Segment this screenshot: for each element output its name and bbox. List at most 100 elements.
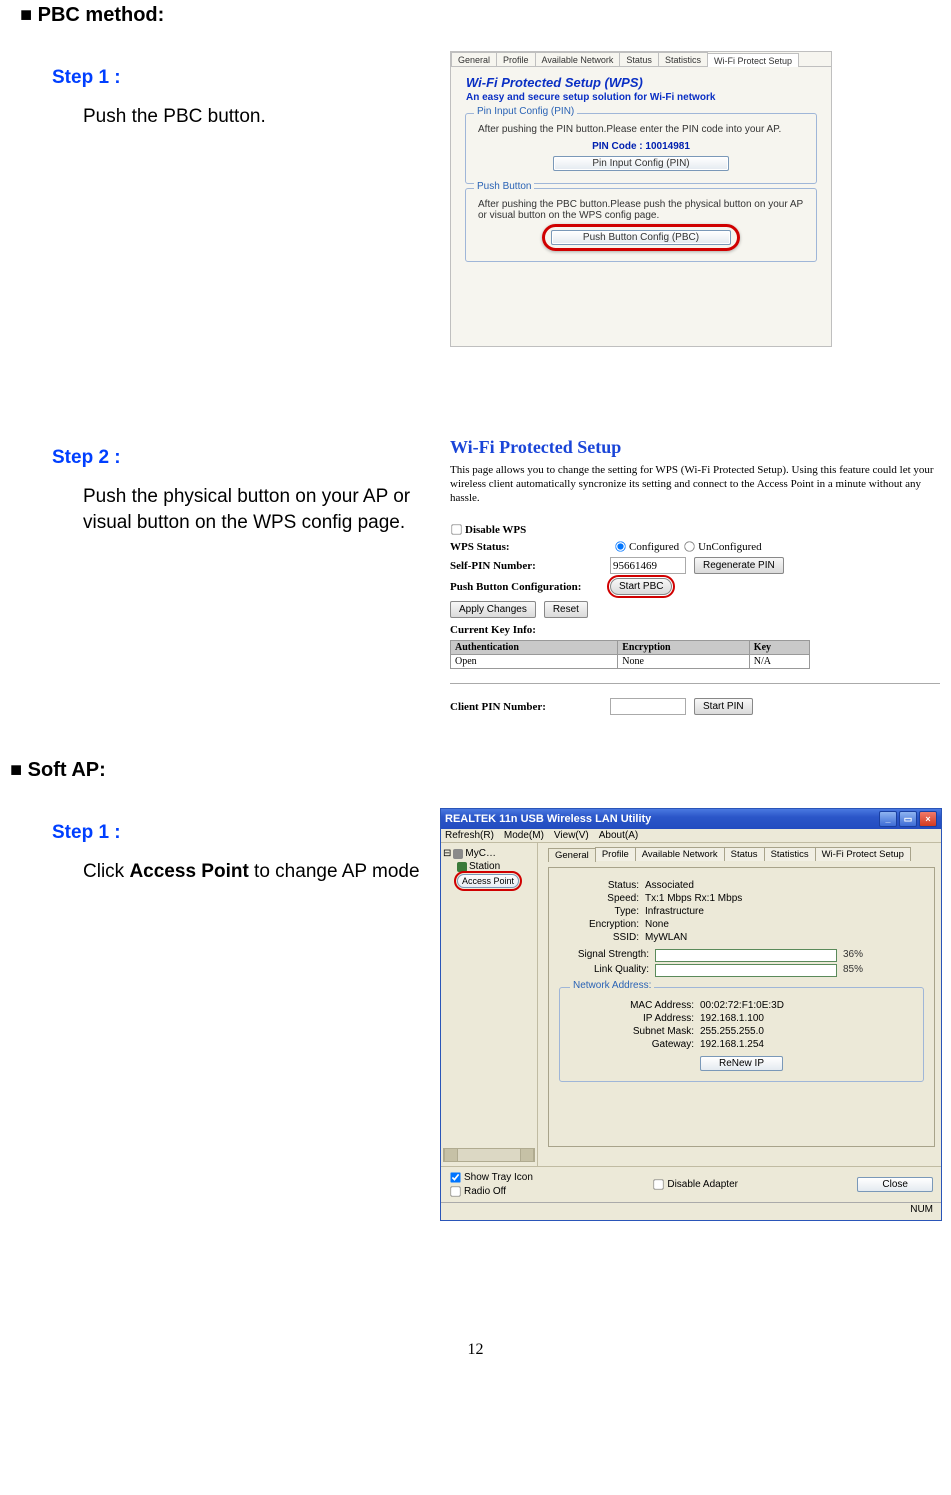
tree-pane: ⊟ MyC… Station Access Point [441, 843, 538, 1166]
status-key: Status: [559, 880, 645, 891]
disable-adapter-option[interactable]: Disable Adapter [652, 1178, 738, 1191]
wps-tabs: General Profile Available Network Status… [451, 52, 831, 67]
util-tab-profile[interactable]: Profile [595, 847, 636, 861]
radio-off-checkbox[interactable] [450, 1187, 460, 1197]
wps-utility-dialog: General Profile Available Network Status… [450, 51, 832, 347]
start-pbc-button[interactable]: Start PBC [610, 578, 672, 595]
mask-key: Subnet Mask: [564, 1026, 700, 1037]
apply-changes-button[interactable]: Apply Changes [450, 601, 536, 618]
wlan-utility-window: REALTEK 11n USB Wireless LAN Utility _ ▭… [440, 808, 942, 1221]
signal-strength-pct: 36% [843, 949, 863, 962]
pbc-method-heading: ■ PBC method: [20, 4, 931, 27]
pbc-step2-label: Step 2 : [52, 447, 450, 469]
current-key-info-label: Current Key Info: [450, 624, 610, 636]
close-button[interactable]: Close [857, 1177, 933, 1192]
close-window-button[interactable]: × [919, 811, 937, 827]
tab-general[interactable]: General [451, 52, 497, 66]
client-pin-input[interactable] [610, 698, 686, 715]
tab-statistics[interactable]: Statistics [658, 52, 708, 66]
computer-icon [453, 849, 463, 859]
util-tabs: General Profile Available Network Status… [548, 847, 935, 861]
pin-input-config-button[interactable]: Pin Input Config (PIN) [553, 156, 729, 171]
ap-wps-config-page: Wi-Fi Protected Setup This page allows y… [450, 437, 940, 715]
wps-status-configured-radio[interactable] [615, 542, 625, 552]
tab-wifi-protect-setup[interactable]: Wi-Fi Protect Setup [707, 53, 799, 67]
wlan-titlebar: REALTEK 11n USB Wireless LAN Utility _ ▭… [441, 809, 941, 829]
pin-group-legend: Pin Input Config (PIN) [474, 106, 577, 117]
show-tray-icon-checkbox[interactable] [450, 1173, 460, 1183]
util-tab-available-network[interactable]: Available Network [635, 847, 725, 861]
start-pin-button[interactable]: Start PIN [694, 698, 753, 715]
client-pin-label: Client PIN Number: [450, 701, 610, 713]
self-pin-label: Self-PIN Number: [450, 560, 610, 572]
signal-strength-bar [655, 949, 837, 962]
mac-key: MAC Address: [564, 1000, 700, 1011]
type-value: Infrastructure [645, 906, 704, 917]
regenerate-pin-button[interactable]: Regenerate PIN [694, 557, 784, 574]
util-tab-statistics[interactable]: Statistics [764, 847, 816, 861]
minus-icon: ⊟ [443, 848, 451, 859]
type-key: Type: [559, 906, 645, 917]
cki-cell-enc: None [618, 655, 750, 669]
encryption-value: None [645, 919, 669, 930]
menu-view[interactable]: View(V) [554, 830, 589, 841]
pbc-step2-body: Push the physical button on your AP or v… [83, 484, 433, 535]
wps-status-configured-text: Configured [629, 541, 679, 553]
maximize-button[interactable]: ▭ [899, 811, 917, 827]
self-pin-input[interactable] [610, 557, 686, 574]
mask-value: 255.255.255.0 [700, 1026, 764, 1037]
signal-strength-key: Signal Strength: [559, 949, 655, 962]
adapter-icon [457, 862, 467, 872]
cki-cell-auth: Open [451, 655, 618, 669]
show-tray-icon-option[interactable]: Show Tray Icon [449, 1171, 533, 1184]
radio-off-option[interactable]: Radio Off [449, 1185, 533, 1198]
link-quality-key: Link Quality: [559, 964, 655, 977]
tree-station[interactable]: Station [443, 860, 535, 873]
mac-value: 00:02:72:F1:0E:3D [700, 1000, 784, 1011]
menu-about[interactable]: About(A) [599, 830, 638, 841]
tree-root[interactable]: ⊟ MyC… [443, 847, 535, 860]
speed-key: Speed: [559, 893, 645, 904]
util-tab-wps[interactable]: Wi-Fi Protect Setup [815, 847, 911, 861]
minimize-button[interactable]: _ [879, 811, 897, 827]
status-value: Associated [645, 880, 694, 891]
tab-available-network[interactable]: Available Network [535, 52, 621, 66]
ssid-value: MyWLAN [645, 932, 687, 943]
util-bottom-bar: Show Tray Icon Radio Off Disable Adapter… [441, 1166, 941, 1202]
cki-header-key: Key [749, 641, 809, 655]
wps-status-unconfigured-radio[interactable] [684, 542, 694, 552]
softap-step1-label: Step 1 : [52, 822, 440, 844]
reset-button[interactable]: Reset [544, 601, 588, 618]
disable-wps-label: Disable WPS [465, 524, 526, 536]
gateway-value: 192.168.1.254 [700, 1039, 764, 1050]
util-tab-general[interactable]: General [548, 848, 596, 862]
cki-cell-key: N/A [749, 655, 809, 669]
pin-group-text: After pushing the PIN button.Please ente… [472, 124, 810, 135]
ap-wps-description: This page allows you to change the setti… [450, 464, 940, 505]
current-key-info-table: Authentication Encryption Key Open None … [450, 640, 810, 669]
util-tab-status[interactable]: Status [724, 847, 765, 861]
pbc-step1-body: Push the PBC button. [83, 104, 433, 130]
ap-wps-title: Wi-Fi Protected Setup [450, 437, 940, 458]
menu-mode[interactable]: Mode(M) [504, 830, 544, 841]
tree-scrollbar[interactable] [443, 1148, 535, 1162]
tab-profile[interactable]: Profile [496, 52, 536, 66]
disable-wps-checkbox[interactable] [451, 525, 461, 535]
pbc-highlight-ring: Push Button Config (PBC) [542, 224, 740, 251]
wps-dialog-title: Wi-Fi Protected Setup (WPS) [451, 67, 831, 92]
disable-adapter-checkbox[interactable] [654, 1180, 664, 1190]
wps-status-label: WPS Status: [450, 541, 610, 553]
pbc-group-legend: Push Button [474, 181, 534, 192]
access-point-menu-item[interactable]: Access Point [457, 874, 519, 888]
ip-value: 192.168.1.100 [700, 1013, 764, 1024]
network-address-legend: Network Address: [570, 980, 654, 991]
speed-value: Tx:1 Mbps Rx:1 Mbps [645, 893, 742, 904]
cki-header-enc: Encryption [618, 641, 750, 655]
renew-ip-button[interactable]: ReNew IP [700, 1056, 783, 1071]
wps-status-unconfigured-text: UnConfigured [698, 541, 762, 553]
tab-status[interactable]: Status [619, 52, 659, 66]
menu-refresh[interactable]: Refresh(R) [445, 830, 494, 841]
push-button-config-button[interactable]: Push Button Config (PBC) [551, 230, 731, 245]
wlan-menubar: Refresh(R) Mode(M) View(V) About(A) [441, 829, 941, 843]
gateway-key: Gateway: [564, 1039, 700, 1050]
